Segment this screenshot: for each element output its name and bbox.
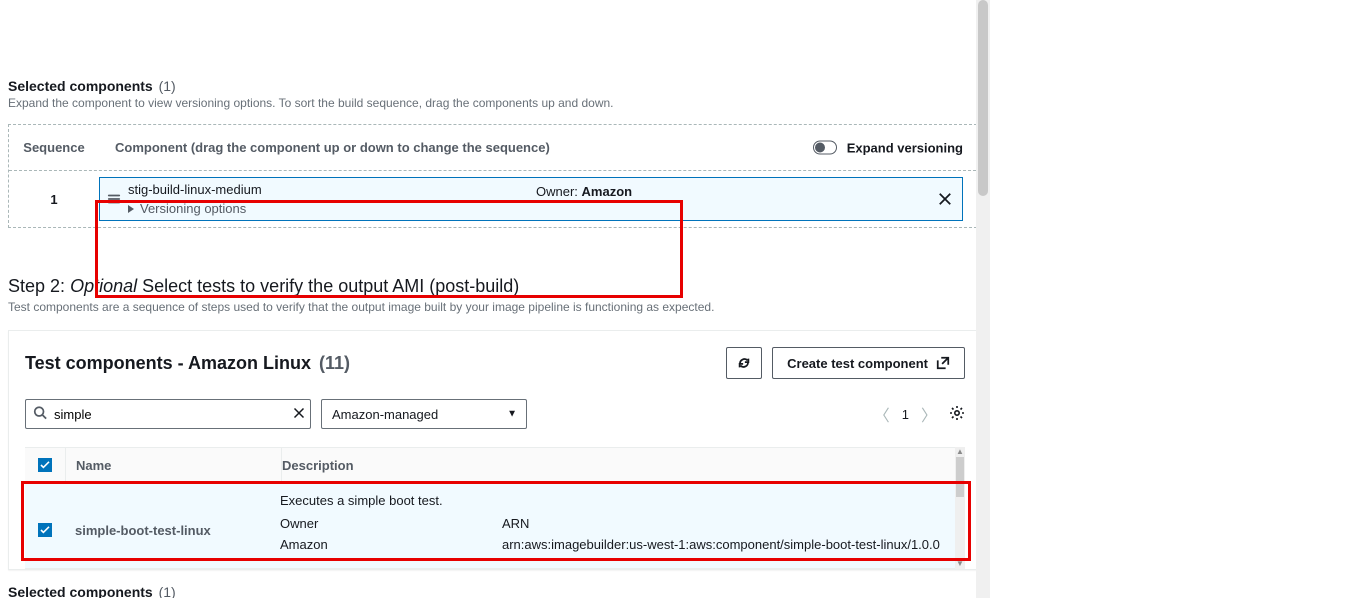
component-name: stig-build-linux-medium	[128, 182, 262, 197]
sequence-header: Sequence	[9, 140, 99, 155]
table-row[interactable]: simple-boot-test-linux Executes a simple…	[25, 483, 955, 569]
page-scrollbar-thumb[interactable]	[978, 0, 988, 196]
cell-name: simple-boot-test-linux	[65, 493, 280, 538]
remove-component-button[interactable]	[928, 178, 962, 220]
cell-description: Executes a simple boot test. Owner ARN A…	[280, 493, 955, 558]
clear-search-button[interactable]	[293, 406, 305, 422]
page-number: 1	[902, 407, 909, 422]
cell-arn-label: ARN	[502, 516, 529, 531]
scroll-down-icon: ▼	[956, 559, 964, 569]
build-sequence-panel: Sequence Component (drag the component u…	[8, 124, 982, 228]
table-header-row: Name Description	[25, 447, 955, 483]
card-header: Test components - Amazon Linux (11) Crea…	[25, 347, 965, 379]
cell-arn-value: arn:aws:imagebuilder:us-west-1:aws:compo…	[502, 537, 940, 552]
step2-description: Test components are a sequence of steps …	[8, 300, 982, 314]
cell-owner-value: Amazon	[280, 537, 502, 552]
col-head-name[interactable]: Name	[66, 458, 281, 473]
versioning-options-label: Versioning options	[140, 201, 246, 216]
component-owner: Owner: Amazon	[536, 184, 632, 199]
owner-filter-value: Amazon-managed	[321, 399, 527, 429]
component-owner-label: Owner:	[536, 184, 578, 199]
selected-components-header-2: Selected components (1) Expand the compo…	[8, 584, 982, 598]
expand-versioning-toggle[interactable]	[813, 141, 837, 155]
refresh-icon	[737, 356, 751, 370]
selected-components-title: Selected components	[8, 78, 153, 94]
step2-optional: Optional	[70, 276, 137, 296]
versioning-options-toggle[interactable]: Versioning options	[128, 201, 928, 216]
filter-row: Amazon-managed ▼ 〈 1 〉	[25, 399, 965, 429]
external-link-icon	[936, 356, 950, 370]
col-head-description[interactable]: Description	[282, 458, 955, 473]
checkbox-checked-icon	[38, 458, 52, 472]
gear-icon	[949, 405, 965, 421]
card-count: (11)	[319, 353, 350, 374]
checkbox-checked-icon	[38, 523, 52, 537]
build-sequence-row: 1 stig-build-linux-medium Owner: Amazon	[9, 171, 981, 227]
search-input[interactable]	[25, 399, 311, 429]
sequence-number: 1	[9, 171, 99, 227]
page-scrollbar[interactable]	[976, 0, 990, 598]
pagination: 〈 1 〉	[874, 402, 965, 426]
caret-right-icon	[128, 205, 134, 213]
cell-description-text: Executes a simple boot test.	[280, 493, 955, 508]
step2-prefix: Step 2:	[8, 276, 65, 296]
components-table: Name Description simple-boot-test-linux	[25, 447, 965, 569]
next-page-button[interactable]: 〉	[921, 402, 937, 426]
owner-filter-select[interactable]: Amazon-managed ▼	[321, 399, 527, 429]
selected-components-count: (1)	[159, 78, 176, 94]
selected-components-count-2: (1)	[159, 584, 176, 598]
table-scrollbar[interactable]: ▲ ▼	[955, 447, 965, 569]
selected-components-subtitle: Expand the component to view versioning …	[8, 96, 982, 110]
scrollbar-thumb[interactable]	[956, 457, 964, 497]
component-body: stig-build-linux-medium Owner: Amazon Ve…	[128, 178, 928, 220]
expand-versioning-label: Expand versioning	[847, 140, 963, 155]
component-card[interactable]: stig-build-linux-medium Owner: Amazon Ve…	[99, 177, 963, 221]
card-title: Test components - Amazon Linux	[25, 353, 311, 374]
refresh-button[interactable]	[726, 347, 762, 379]
viewport: Selected components (1) Expand the compo…	[0, 0, 990, 598]
step2-title: Step 2: Optional Select tests to verify …	[8, 276, 982, 297]
step2-rest: Select tests to verify the output AMI (p…	[142, 276, 519, 296]
component-owner-value: Amazon	[582, 184, 633, 199]
component-header-text: Component (drag the component up or down…	[115, 140, 550, 155]
select-all-checkbox[interactable]	[25, 458, 65, 472]
settings-button[interactable]	[949, 405, 965, 424]
search-wrapper	[25, 399, 311, 429]
drag-handle-icon[interactable]	[100, 178, 128, 220]
selected-components-title-2: Selected components	[8, 584, 153, 598]
caret-down-icon: ▼	[507, 409, 517, 420]
create-test-component-button[interactable]: Create test component	[772, 347, 965, 379]
cell-owner-label: Owner	[280, 516, 502, 531]
test-components-card: Test components - Amazon Linux (11) Crea…	[8, 330, 982, 570]
expand-versioning-control[interactable]: Expand versioning	[813, 140, 963, 155]
scroll-up-icon: ▲	[956, 447, 964, 457]
component-header: Component (drag the component up or down…	[99, 140, 981, 155]
build-sequence-header-row: Sequence Component (drag the component u…	[9, 125, 981, 171]
page-content: Selected components (1) Expand the compo…	[0, 78, 990, 598]
search-icon	[33, 406, 47, 423]
create-test-component-label: Create test component	[787, 356, 928, 371]
selected-components-header: Selected components (1) Expand the compo…	[8, 78, 982, 110]
prev-page-button[interactable]: 〈	[874, 402, 890, 426]
row-checkbox[interactable]	[25, 493, 65, 537]
